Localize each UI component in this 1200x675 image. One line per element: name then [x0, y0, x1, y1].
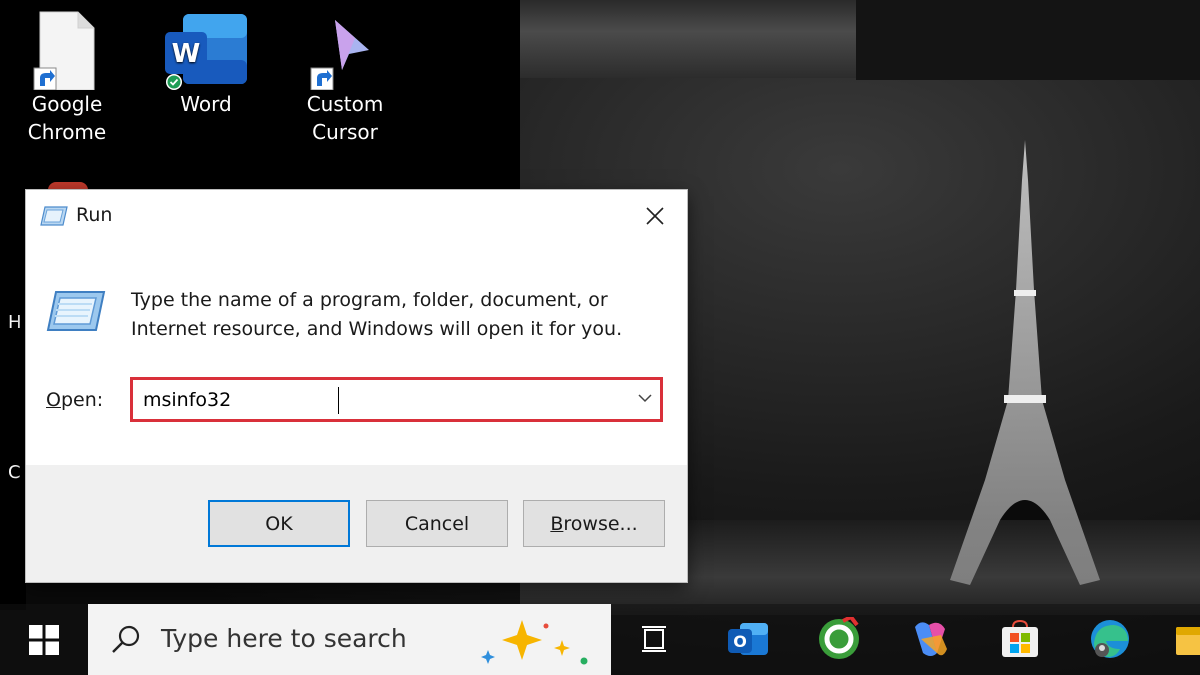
file-explorer-button[interactable]	[1168, 614, 1200, 664]
desktop-icon-label: Google Chrome	[27, 92, 107, 144]
desktop-icon-google-chrome[interactable]: Google Chrome	[12, 10, 122, 146]
dialog-title: Run	[76, 204, 113, 226]
svg-text:W: W	[172, 39, 201, 69]
run-program-icon	[46, 291, 106, 331]
copilot-icon	[915, 622, 947, 656]
text-caret	[338, 387, 339, 414]
custom-cursor-icon	[310, 10, 380, 91]
microsoft-store-button[interactable]	[995, 614, 1045, 664]
windows-logo-icon	[29, 624, 59, 655]
partial-desktop-label: C	[8, 462, 21, 483]
desktop-icon-custom-cursor[interactable]: Custom Cursor	[290, 10, 400, 146]
outlook-icon: O	[728, 623, 768, 655]
start-button[interactable]	[0, 604, 88, 675]
dialog-button-bar: OK Cancel Browse...	[26, 465, 687, 582]
desktop-icon-label: Custom Cursor	[306, 92, 384, 144]
dialog-description: Type the name of a program, folder, docu…	[131, 289, 623, 340]
close-button[interactable]	[630, 196, 680, 236]
copilot-button[interactable]	[904, 614, 954, 664]
edge-icon	[1091, 620, 1129, 658]
edge-button[interactable]	[1085, 614, 1135, 664]
eiffel-tower-image	[950, 140, 1100, 585]
file-explorer-icon	[1176, 627, 1200, 655]
sparkle-icon[interactable]	[480, 616, 590, 666]
search-placeholder: Type here to search	[161, 624, 407, 653]
microsoft-store-icon	[1002, 619, 1038, 657]
wallpaper-dark-strip	[0, 190, 26, 610]
desktop-icon-label: Word	[180, 92, 232, 116]
browse-mnemonic: B	[550, 512, 564, 535]
run-dialog: Run Type the name of a program, folder, …	[26, 190, 687, 582]
ok-button[interactable]: OK	[208, 500, 350, 547]
open-input[interactable]	[143, 387, 623, 413]
ccleaner-button[interactable]	[814, 614, 864, 664]
close-icon	[646, 207, 664, 225]
taskbar-search-box[interactable]: Type here to search	[88, 604, 611, 675]
wallpaper-trees	[856, 0, 1200, 80]
partial-desktop-icon	[48, 182, 88, 190]
outlook-button[interactable]: O	[723, 614, 773, 664]
open-label-text: pen:	[60, 389, 104, 411]
open-label-mnemonic: O	[46, 389, 61, 411]
chevron-down-icon[interactable]	[636, 389, 654, 407]
ccleaner-icon	[819, 617, 859, 659]
desktop-icon-word[interactable]: W Word	[151, 10, 261, 118]
task-view-icon	[642, 626, 666, 652]
open-label: Open:	[46, 389, 103, 411]
task-view-button[interactable]	[630, 614, 680, 664]
browse-button[interactable]: Browse...	[523, 500, 665, 547]
svg-text:O: O	[733, 632, 747, 651]
taskbar: Type here to search O	[0, 604, 1200, 675]
browse-label: rowse...	[563, 512, 638, 535]
word-icon: W	[165, 10, 247, 90]
partial-desktop-label: H	[8, 312, 22, 333]
run-icon	[40, 206, 68, 226]
google-chrome-shortcut-icon	[32, 10, 102, 91]
search-icon	[112, 625, 140, 653]
run-dialog-titlebar[interactable]: Run	[26, 190, 687, 244]
cancel-button[interactable]: Cancel	[366, 500, 508, 547]
open-field[interactable]	[130, 377, 663, 422]
